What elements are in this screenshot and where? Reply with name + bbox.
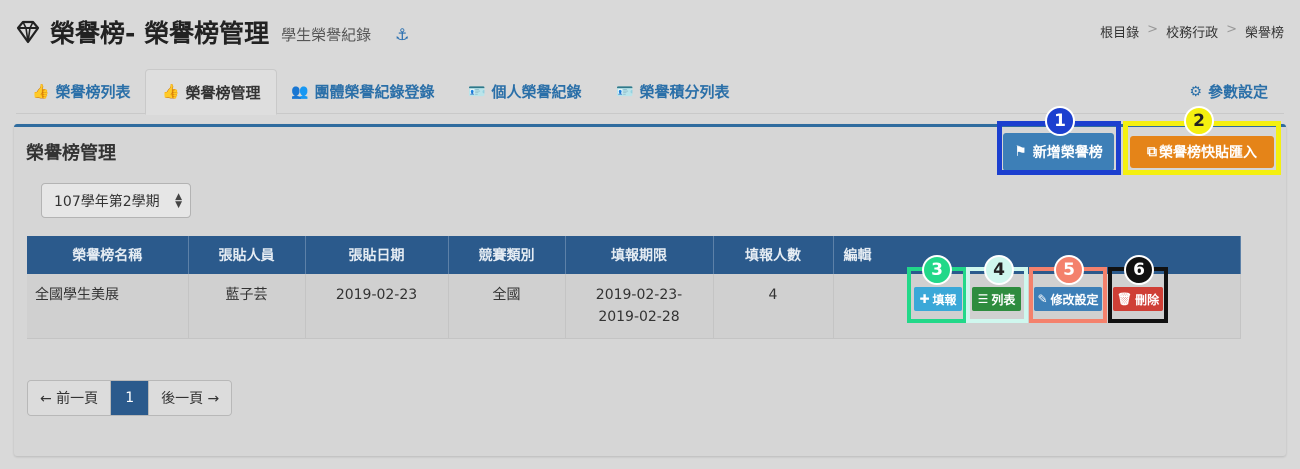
cell-poster: 藍子芸 [188, 274, 306, 339]
column-header: 填報人數 [713, 236, 834, 274]
next-page-button[interactable]: 後一頁 → [149, 381, 232, 415]
thumbs-up-icon: 👍 [32, 83, 50, 100]
tab-honor-list[interactable]: 👍 榮譽榜列表 [16, 69, 146, 114]
page-subtitle: 學生榮譽紀錄 [281, 25, 372, 44]
tab-group-record[interactable]: 👥 團體榮譽紀錄登錄 [275, 69, 450, 114]
breadcrumb-separator: > [1226, 22, 1237, 37]
panel-title: 榮譽榜管理 [26, 143, 116, 164]
tab-settings[interactable]: ⚙ 參數設定 [1173, 69, 1284, 114]
semester-select-value: 107學年第2學期 [54, 193, 160, 210]
cell-date: 2019-02-23 [305, 274, 449, 339]
cell-name: 全國學生美展 [27, 274, 189, 339]
semester-select[interactable]: 107學年第2學期 ▲ ▼ [41, 183, 191, 218]
thumbs-up-outline-icon: 👍 [162, 84, 180, 100]
page-title: 榮譽榜- 榮譽榜管理 [50, 19, 270, 48]
users-icon: 👥 [291, 83, 309, 100]
tab-personal-record[interactable]: 🪪 個人榮譽紀錄 [452, 69, 597, 114]
column-header: 填報期限 [565, 236, 714, 274]
pagination: ← 前一頁 1 後一頁 → [27, 380, 233, 416]
tab-honor-manage[interactable]: 👍 榮譽榜管理 [145, 69, 278, 115]
tab-label: 參數設定 [1207, 83, 1268, 101]
annotation-badge-5: 5 [1054, 255, 1084, 285]
tab-bar: 👍 榮譽榜列表 👍 榮譽榜管理 👥 團體榮譽紀錄登錄 🪪 個人榮譽紀錄 🪪 榮譽… [16, 69, 1284, 115]
annotation-badge-2: 2 [1184, 106, 1214, 136]
deadline-start: 2019-02-23- [595, 287, 683, 303]
tab-label: 團體榮譽紀錄登錄 [314, 83, 435, 101]
select-arrows-icon: ▲ ▼ [175, 192, 182, 210]
current-page[interactable]: 1 [111, 381, 150, 415]
cell-deadline: 2019-02-23- 2019-02-28 [565, 274, 714, 339]
anchor-icon[interactable]: ⚓ [395, 25, 409, 44]
tab-label: 榮譽榜列表 [55, 83, 131, 101]
deadline-end: 2019-02-28 [598, 309, 680, 325]
annotation-badge-6: 6 [1124, 255, 1154, 285]
tab-label: 個人榮譽紀錄 [491, 83, 582, 101]
breadcrumb-admin[interactable]: 校務行政 [1166, 22, 1218, 41]
id-card-icon: 🪪 [616, 83, 634, 100]
tab-points-list[interactable]: 🪪 榮譽積分列表 [600, 69, 745, 114]
breadcrumb-root[interactable]: 根目錄 [1100, 22, 1139, 41]
annotation-badge-3: 3 [922, 255, 952, 285]
page-header: 榮譽榜- 榮譽榜管理 學生榮譽紀錄 ⚓ [14, 10, 409, 54]
column-header: 競賽類別 [448, 236, 566, 274]
annotation-badge-1: 1 [1045, 106, 1075, 136]
column-header: 榮譽榜名稱 [27, 236, 189, 274]
annotation-badge-4: 4 [984, 255, 1014, 285]
id-card-icon: 🪪 [468, 83, 486, 100]
column-header: 張貼日期 [305, 236, 449, 274]
diamond-icon [16, 20, 40, 44]
breadcrumb: 根目錄 > 校務行政 > 榮譽榜 [1100, 22, 1284, 41]
column-header: 張貼人員 [188, 236, 306, 274]
gear-icon: ⚙ [1189, 83, 1202, 100]
tab-label: 榮譽榜管理 [185, 83, 261, 102]
prev-page-button[interactable]: ← 前一頁 [28, 381, 112, 415]
tab-label: 榮譽積分列表 [639, 83, 730, 101]
cell-count: 4 [713, 274, 834, 339]
breadcrumb-separator: > [1147, 22, 1159, 37]
breadcrumb-current: 榮譽榜 [1244, 26, 1284, 41]
cell-category: 全國 [448, 274, 566, 339]
